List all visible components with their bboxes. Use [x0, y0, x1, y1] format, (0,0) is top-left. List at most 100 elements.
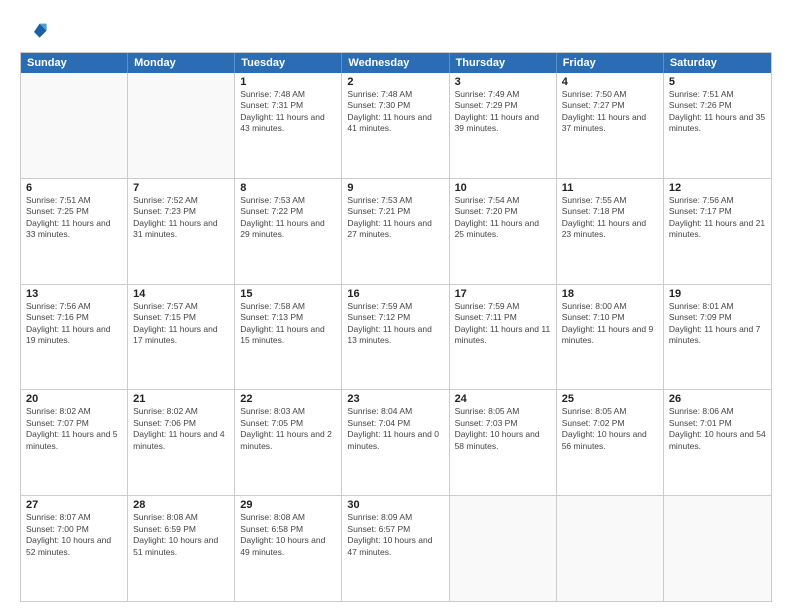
day-cell-7: 7Sunrise: 7:52 AM Sunset: 7:23 PM Daylig… [128, 179, 235, 284]
calendar-row-5: 27Sunrise: 8:07 AM Sunset: 7:00 PM Dayli… [21, 495, 771, 601]
day-number: 10 [455, 182, 551, 194]
header-cell-sunday: Sunday [21, 53, 128, 73]
day-number: 6 [26, 182, 122, 194]
day-info: Sunrise: 7:59 AM Sunset: 7:12 PM Dayligh… [347, 301, 443, 347]
day-info: Sunrise: 7:50 AM Sunset: 7:27 PM Dayligh… [562, 89, 658, 135]
day-cell-29: 29Sunrise: 8:08 AM Sunset: 6:58 PM Dayli… [235, 496, 342, 601]
day-info: Sunrise: 8:06 AM Sunset: 7:01 PM Dayligh… [669, 406, 766, 452]
header-cell-wednesday: Wednesday [342, 53, 449, 73]
day-info: Sunrise: 8:09 AM Sunset: 6:57 PM Dayligh… [347, 512, 443, 558]
day-cell-18: 18Sunrise: 8:00 AM Sunset: 7:10 PM Dayli… [557, 285, 664, 390]
day-cell-11: 11Sunrise: 7:55 AM Sunset: 7:18 PM Dayli… [557, 179, 664, 284]
header-cell-saturday: Saturday [664, 53, 771, 73]
day-info: Sunrise: 7:48 AM Sunset: 7:31 PM Dayligh… [240, 89, 336, 135]
calendar-row-2: 6Sunrise: 7:51 AM Sunset: 7:25 PM Daylig… [21, 178, 771, 284]
day-info: Sunrise: 7:56 AM Sunset: 7:17 PM Dayligh… [669, 195, 766, 241]
calendar-row-4: 20Sunrise: 8:02 AM Sunset: 7:07 PM Dayli… [21, 389, 771, 495]
header-cell-monday: Monday [128, 53, 235, 73]
day-cell-13: 13Sunrise: 7:56 AM Sunset: 7:16 PM Dayli… [21, 285, 128, 390]
day-info: Sunrise: 8:02 AM Sunset: 7:06 PM Dayligh… [133, 406, 229, 452]
page: SundayMondayTuesdayWednesdayThursdayFrid… [0, 0, 792, 612]
calendar-row-3: 13Sunrise: 7:56 AM Sunset: 7:16 PM Dayli… [21, 284, 771, 390]
day-info: Sunrise: 7:59 AM Sunset: 7:11 PM Dayligh… [455, 301, 551, 347]
day-info: Sunrise: 8:01 AM Sunset: 7:09 PM Dayligh… [669, 301, 766, 347]
day-number: 3 [455, 76, 551, 88]
logo-icon [20, 18, 48, 46]
day-number: 26 [669, 393, 766, 405]
day-number: 19 [669, 288, 766, 300]
day-number: 17 [455, 288, 551, 300]
day-number: 18 [562, 288, 658, 300]
day-cell-14: 14Sunrise: 7:57 AM Sunset: 7:15 PM Dayli… [128, 285, 235, 390]
logo [20, 18, 52, 46]
day-cell-30: 30Sunrise: 8:09 AM Sunset: 6:57 PM Dayli… [342, 496, 449, 601]
day-cell-9: 9Sunrise: 7:53 AM Sunset: 7:21 PM Daylig… [342, 179, 449, 284]
day-info: Sunrise: 7:58 AM Sunset: 7:13 PM Dayligh… [240, 301, 336, 347]
day-info: Sunrise: 8:02 AM Sunset: 7:07 PM Dayligh… [26, 406, 122, 452]
day-cell-17: 17Sunrise: 7:59 AM Sunset: 7:11 PM Dayli… [450, 285, 557, 390]
day-number: 12 [669, 182, 766, 194]
day-info: Sunrise: 7:48 AM Sunset: 7:30 PM Dayligh… [347, 89, 443, 135]
day-cell-26: 26Sunrise: 8:06 AM Sunset: 7:01 PM Dayli… [664, 390, 771, 495]
day-cell-15: 15Sunrise: 7:58 AM Sunset: 7:13 PM Dayli… [235, 285, 342, 390]
empty-cell [557, 496, 664, 601]
day-info: Sunrise: 7:51 AM Sunset: 7:25 PM Dayligh… [26, 195, 122, 241]
day-number: 23 [347, 393, 443, 405]
day-cell-5: 5Sunrise: 7:51 AM Sunset: 7:26 PM Daylig… [664, 73, 771, 178]
day-info: Sunrise: 8:05 AM Sunset: 7:03 PM Dayligh… [455, 406, 551, 452]
day-cell-8: 8Sunrise: 7:53 AM Sunset: 7:22 PM Daylig… [235, 179, 342, 284]
day-cell-23: 23Sunrise: 8:04 AM Sunset: 7:04 PM Dayli… [342, 390, 449, 495]
day-info: Sunrise: 7:57 AM Sunset: 7:15 PM Dayligh… [133, 301, 229, 347]
day-cell-3: 3Sunrise: 7:49 AM Sunset: 7:29 PM Daylig… [450, 73, 557, 178]
day-number: 16 [347, 288, 443, 300]
day-cell-21: 21Sunrise: 8:02 AM Sunset: 7:06 PM Dayli… [128, 390, 235, 495]
day-info: Sunrise: 8:04 AM Sunset: 7:04 PM Dayligh… [347, 406, 443, 452]
header-cell-tuesday: Tuesday [235, 53, 342, 73]
day-info: Sunrise: 8:08 AM Sunset: 6:59 PM Dayligh… [133, 512, 229, 558]
day-cell-10: 10Sunrise: 7:54 AM Sunset: 7:20 PM Dayli… [450, 179, 557, 284]
day-info: Sunrise: 7:54 AM Sunset: 7:20 PM Dayligh… [455, 195, 551, 241]
day-cell-2: 2Sunrise: 7:48 AM Sunset: 7:30 PM Daylig… [342, 73, 449, 178]
day-number: 28 [133, 499, 229, 511]
header-cell-friday: Friday [557, 53, 664, 73]
day-number: 21 [133, 393, 229, 405]
day-number: 1 [240, 76, 336, 88]
day-cell-19: 19Sunrise: 8:01 AM Sunset: 7:09 PM Dayli… [664, 285, 771, 390]
day-info: Sunrise: 8:00 AM Sunset: 7:10 PM Dayligh… [562, 301, 658, 347]
day-info: Sunrise: 8:07 AM Sunset: 7:00 PM Dayligh… [26, 512, 122, 558]
day-info: Sunrise: 7:56 AM Sunset: 7:16 PM Dayligh… [26, 301, 122, 347]
day-info: Sunrise: 7:52 AM Sunset: 7:23 PM Dayligh… [133, 195, 229, 241]
day-number: 11 [562, 182, 658, 194]
day-info: Sunrise: 7:53 AM Sunset: 7:22 PM Dayligh… [240, 195, 336, 241]
day-number: 27 [26, 499, 122, 511]
day-number: 8 [240, 182, 336, 194]
day-number: 29 [240, 499, 336, 511]
day-number: 22 [240, 393, 336, 405]
day-cell-25: 25Sunrise: 8:05 AM Sunset: 7:02 PM Dayli… [557, 390, 664, 495]
calendar: SundayMondayTuesdayWednesdayThursdayFrid… [20, 52, 772, 602]
day-info: Sunrise: 8:03 AM Sunset: 7:05 PM Dayligh… [240, 406, 336, 452]
day-cell-6: 6Sunrise: 7:51 AM Sunset: 7:25 PM Daylig… [21, 179, 128, 284]
day-number: 15 [240, 288, 336, 300]
day-number: 9 [347, 182, 443, 194]
day-number: 2 [347, 76, 443, 88]
day-number: 24 [455, 393, 551, 405]
day-number: 25 [562, 393, 658, 405]
day-cell-20: 20Sunrise: 8:02 AM Sunset: 7:07 PM Dayli… [21, 390, 128, 495]
day-info: Sunrise: 7:49 AM Sunset: 7:29 PM Dayligh… [455, 89, 551, 135]
day-number: 13 [26, 288, 122, 300]
empty-cell [664, 496, 771, 601]
header-cell-thursday: Thursday [450, 53, 557, 73]
day-number: 30 [347, 499, 443, 511]
day-info: Sunrise: 8:08 AM Sunset: 6:58 PM Dayligh… [240, 512, 336, 558]
day-number: 20 [26, 393, 122, 405]
day-cell-4: 4Sunrise: 7:50 AM Sunset: 7:27 PM Daylig… [557, 73, 664, 178]
header [20, 18, 772, 46]
day-number: 14 [133, 288, 229, 300]
day-cell-27: 27Sunrise: 8:07 AM Sunset: 7:00 PM Dayli… [21, 496, 128, 601]
day-number: 5 [669, 76, 766, 88]
day-number: 7 [133, 182, 229, 194]
day-cell-16: 16Sunrise: 7:59 AM Sunset: 7:12 PM Dayli… [342, 285, 449, 390]
calendar-header: SundayMondayTuesdayWednesdayThursdayFrid… [21, 53, 771, 73]
calendar-body: 1Sunrise: 7:48 AM Sunset: 7:31 PM Daylig… [21, 73, 771, 601]
